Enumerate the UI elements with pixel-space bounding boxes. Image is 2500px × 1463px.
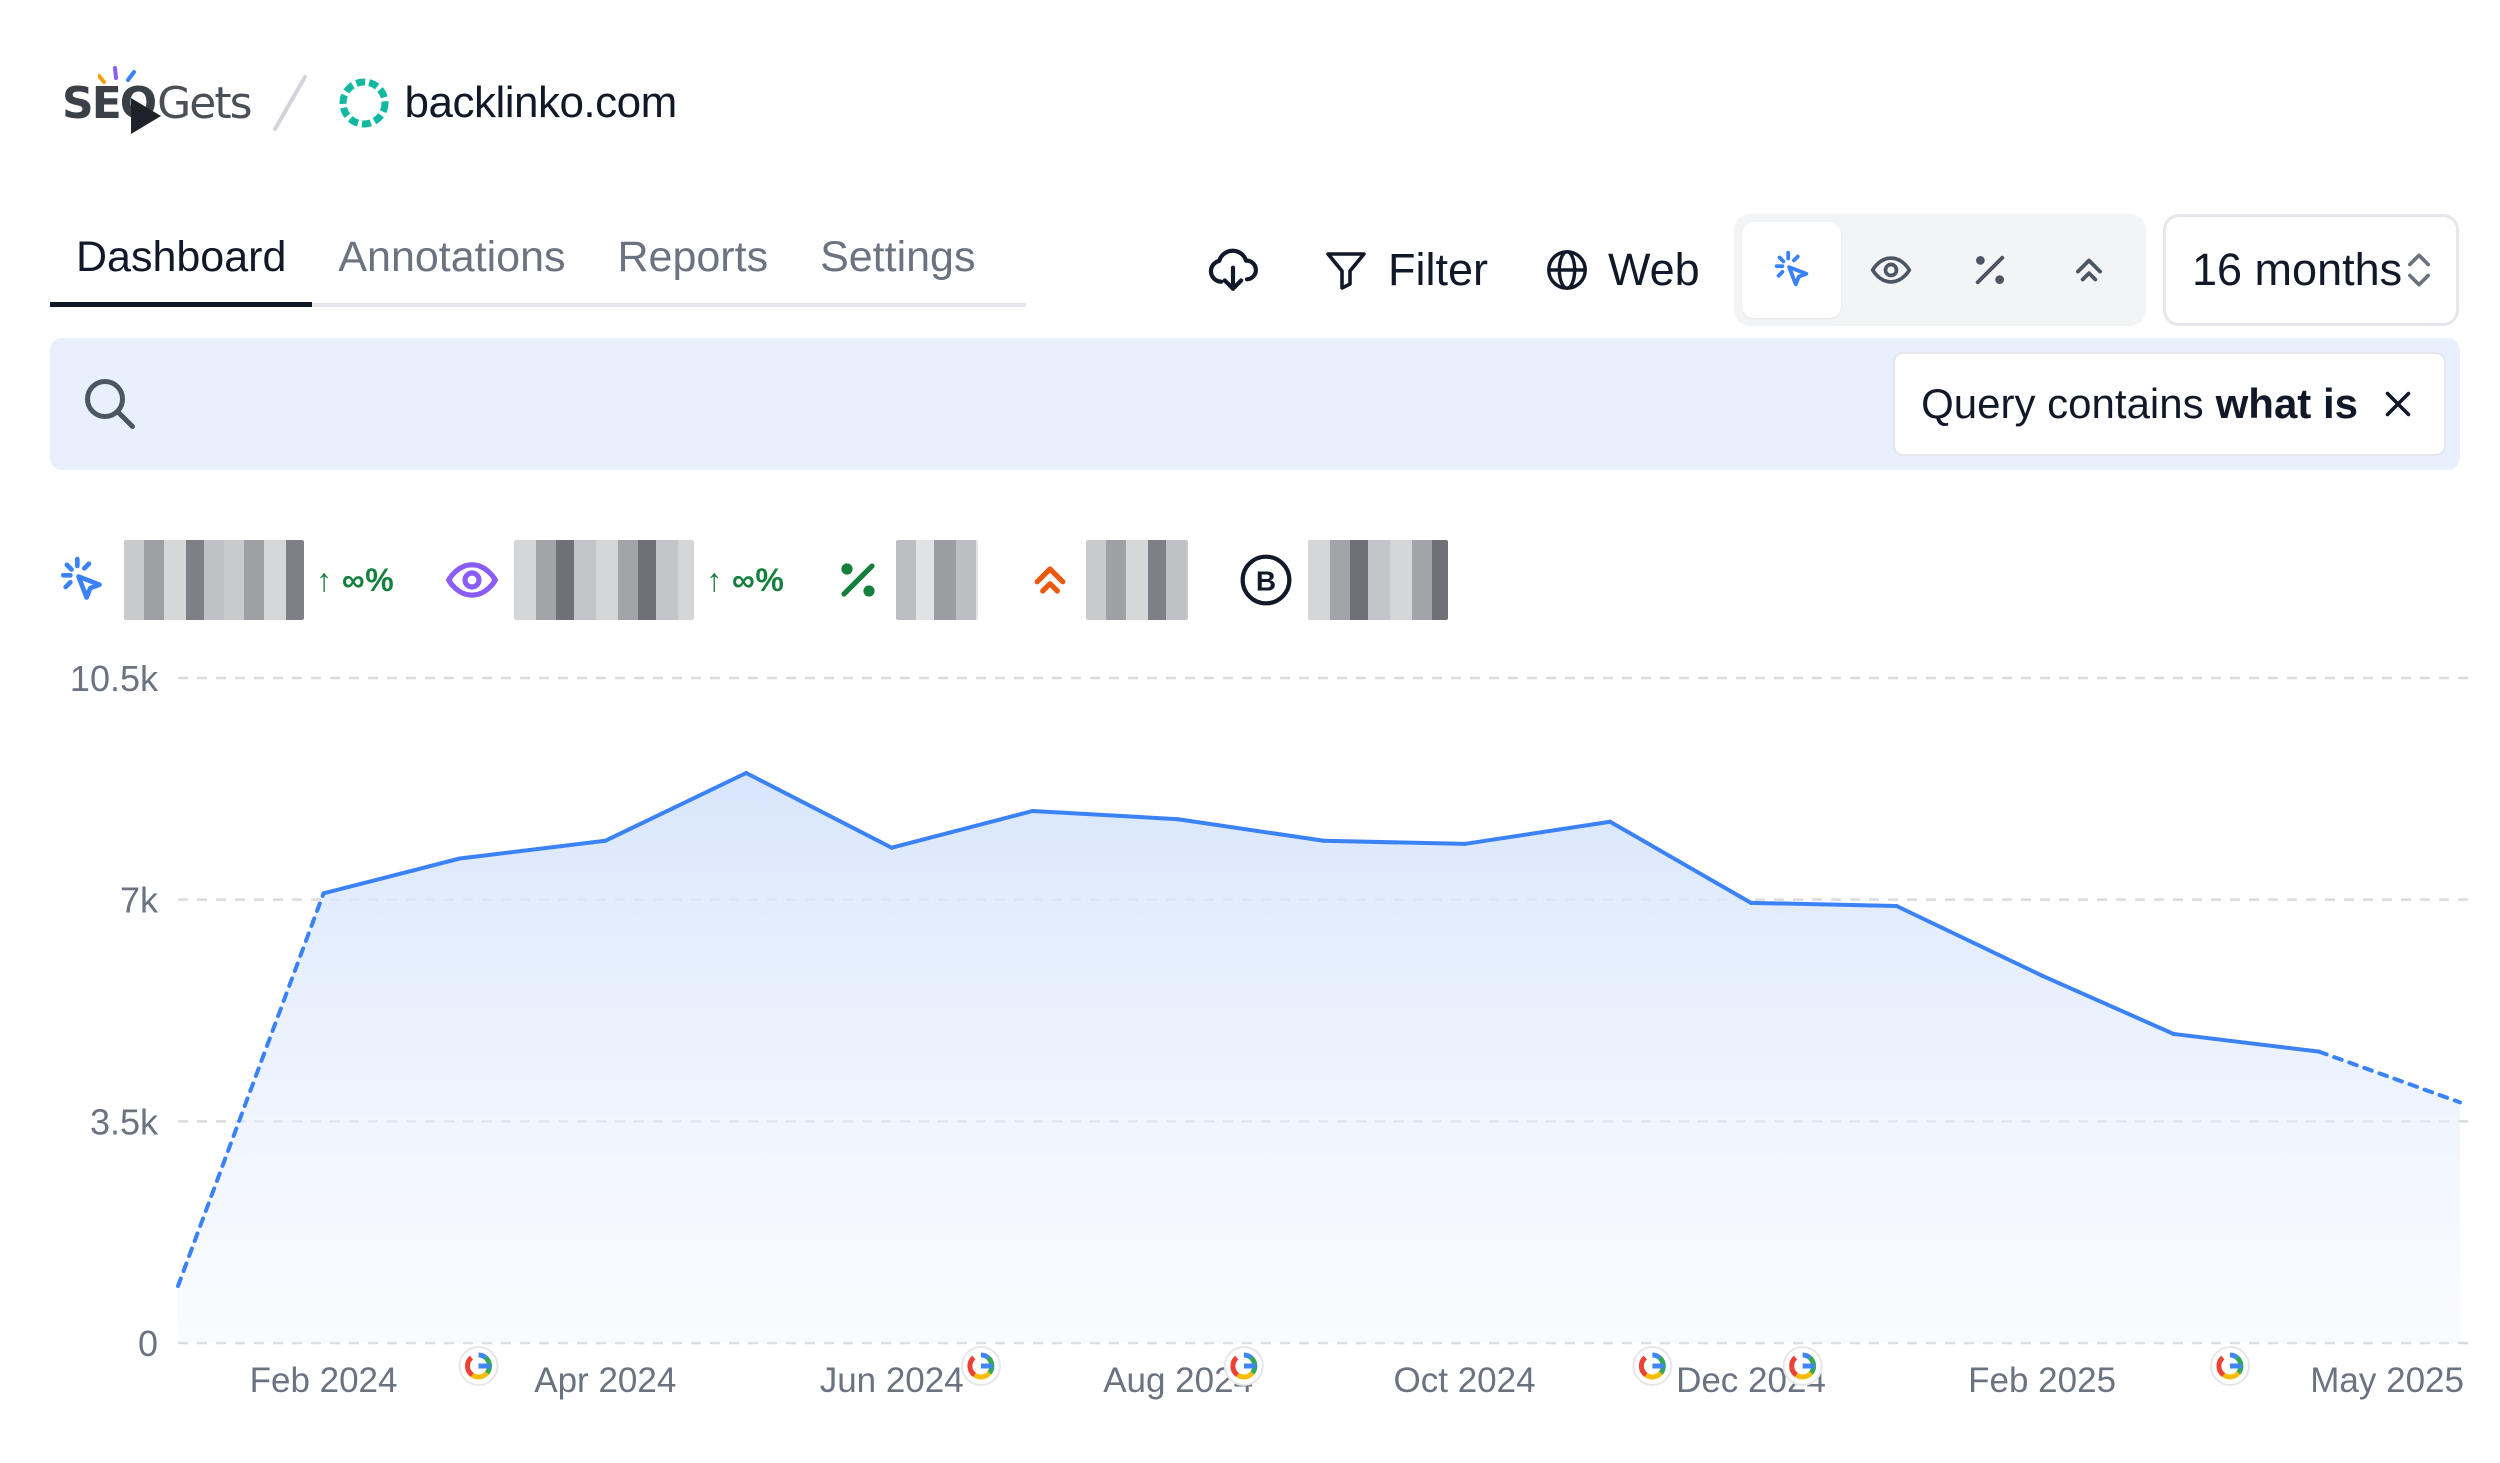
logo-text-gets: Gets <box>157 77 252 129</box>
data-point[interactable] <box>1600 812 1620 832</box>
tab-settings[interactable]: Settings <box>794 215 1001 307</box>
toggle-position[interactable] <box>2039 222 2138 318</box>
metric-delta: ↑ ∞% <box>316 561 395 598</box>
x-tick-label: Feb 2025 <box>1968 1361 2116 1400</box>
metric-impressions[interactable]: ↑ ∞% <box>444 540 784 620</box>
data-point[interactable] <box>1023 801 1043 821</box>
y-tick-label: 7k <box>120 880 159 921</box>
filter-button[interactable]: Filter <box>1322 244 1488 296</box>
logo-play-icon <box>131 98 161 134</box>
data-point[interactable] <box>2450 1092 2470 1112</box>
data-point[interactable] <box>882 838 902 858</box>
query-search-bar[interactable]: Query contains what is <box>50 338 2460 470</box>
google-update-icon[interactable] <box>1782 1346 1823 1386</box>
tab-dashboard[interactable]: Dashboard <box>50 215 313 307</box>
data-point[interactable] <box>1455 834 1475 854</box>
data-point[interactable] <box>2309 1042 2329 1062</box>
brand-header: SEOGets backlinko.com <box>62 58 677 148</box>
y-tick-label: 3.5k <box>90 1101 159 1142</box>
date-range-select[interactable]: 16 months <box>2163 214 2459 326</box>
google-update-icon[interactable] <box>1632 1346 1673 1386</box>
position-icon <box>2075 258 2102 282</box>
data-point[interactable] <box>1314 831 1334 851</box>
position-icon <box>1034 566 1066 594</box>
data-point[interactable] <box>450 849 470 869</box>
data-point[interactable] <box>2164 1024 2184 1044</box>
ctr-icon <box>1975 255 2004 285</box>
metric-branded[interactable]: B <box>1238 540 1449 620</box>
y-axis-ticks: 0 3.5k 7k 10.5k <box>70 658 159 1364</box>
close-icon[interactable] <box>2380 386 2416 422</box>
google-update-icon[interactable] <box>1223 1346 1264 1386</box>
clicks-icon <box>1774 250 1808 287</box>
globe-icon <box>1547 250 1587 290</box>
series-area <box>178 773 2460 1343</box>
impressions-icon <box>445 562 499 598</box>
filter-chip-prefix: Query contains <box>1921 380 2204 427</box>
filter-icon <box>1326 252 1366 290</box>
x-tick-label: Feb 2024 <box>250 1361 398 1400</box>
x-axis-ticks: Feb 2024 Apr 2024 Jun 2024 Aug 2024 Oct 2024… <box>250 1361 2464 1400</box>
seogets-logo[interactable]: SEOGets <box>62 66 253 138</box>
logo-rays-icon <box>98 66 136 84</box>
cloud-download-icon <box>1208 248 1258 291</box>
filter-chip-value: what is <box>2215 380 2358 427</box>
toggle-impressions[interactable] <box>1841 222 1940 318</box>
data-point[interactable] <box>1741 893 1761 913</box>
x-tick-label: Oct 2024 <box>1394 1361 1536 1400</box>
site-selector[interactable]: backlinko.com <box>337 76 677 130</box>
metric-value-redacted <box>896 540 979 620</box>
data-point[interactable] <box>314 883 334 903</box>
clicks-area-chart: 03.5k7k10.5k Feb 2024 Apr 2024 Jun 2024 Aug… <box>70 658 2470 1400</box>
y-tick-label: 10.5k <box>70 658 159 699</box>
search-type-button[interactable]: Web <box>1544 244 1700 296</box>
active-filter-chip[interactable]: Query contains what is <box>1893 352 2446 456</box>
metric-value-redacted <box>1086 540 1189 620</box>
metric-toggle-group <box>1734 214 2146 326</box>
metric-ctr[interactable] <box>834 540 979 620</box>
metrics-summary: ↑ ∞% ↑ ∞% B <box>54 540 1498 620</box>
svg-text:B: B <box>1256 566 1276 597</box>
metric-value-redacted <box>1308 540 1449 620</box>
google-update-icon[interactable] <box>960 1346 1001 1386</box>
download-button[interactable] <box>1205 214 1261 326</box>
site-name: backlinko.com <box>404 78 678 127</box>
date-range-label: 16 months <box>2192 244 2403 295</box>
x-tick-label: Apr 2024 <box>534 1361 676 1400</box>
impressions-icon <box>1870 256 1911 284</box>
data-point[interactable] <box>1168 809 1188 829</box>
search-type-label: Web <box>1608 244 1700 295</box>
x-tick-label: Jun 2024 <box>820 1361 964 1400</box>
metric-position[interactable] <box>1028 540 1189 620</box>
site-status-ring-icon <box>339 78 388 128</box>
branded-icon: B <box>1240 554 1292 606</box>
metric-value-redacted <box>514 540 695 620</box>
data-point[interactable] <box>595 831 615 851</box>
breadcrumb-separator-icon <box>272 75 307 131</box>
clicks-icon <box>61 556 102 600</box>
y-tick-label: 0 <box>138 1323 158 1364</box>
data-point[interactable] <box>736 763 756 783</box>
nav-tabs: Dashboard Annotations Reports Settings <box>50 215 1026 307</box>
metric-delta: ↑ ∞% <box>706 561 785 598</box>
tab-annotations[interactable]: Annotations <box>312 215 591 307</box>
data-point[interactable] <box>2032 966 2052 986</box>
chevron-up-down-icon <box>2408 253 2431 287</box>
google-update-icon[interactable] <box>458 1346 499 1386</box>
tab-reports[interactable]: Reports <box>592 215 795 307</box>
data-point[interactable] <box>168 1276 188 1296</box>
data-point[interactable] <box>1887 896 1907 916</box>
x-tick-label: May 2025 <box>2310 1361 2464 1400</box>
filter-label: Filter <box>1388 244 1488 295</box>
toggle-ctr[interactable] <box>1940 222 2039 318</box>
metric-clicks[interactable]: ↑ ∞% <box>54 540 394 620</box>
metric-value-redacted <box>124 540 304 620</box>
google-update-icon[interactable] <box>2209 1346 2250 1386</box>
search-icon <box>85 379 135 429</box>
toggle-clicks[interactable] <box>1742 222 1841 318</box>
ctr-icon <box>841 563 875 597</box>
